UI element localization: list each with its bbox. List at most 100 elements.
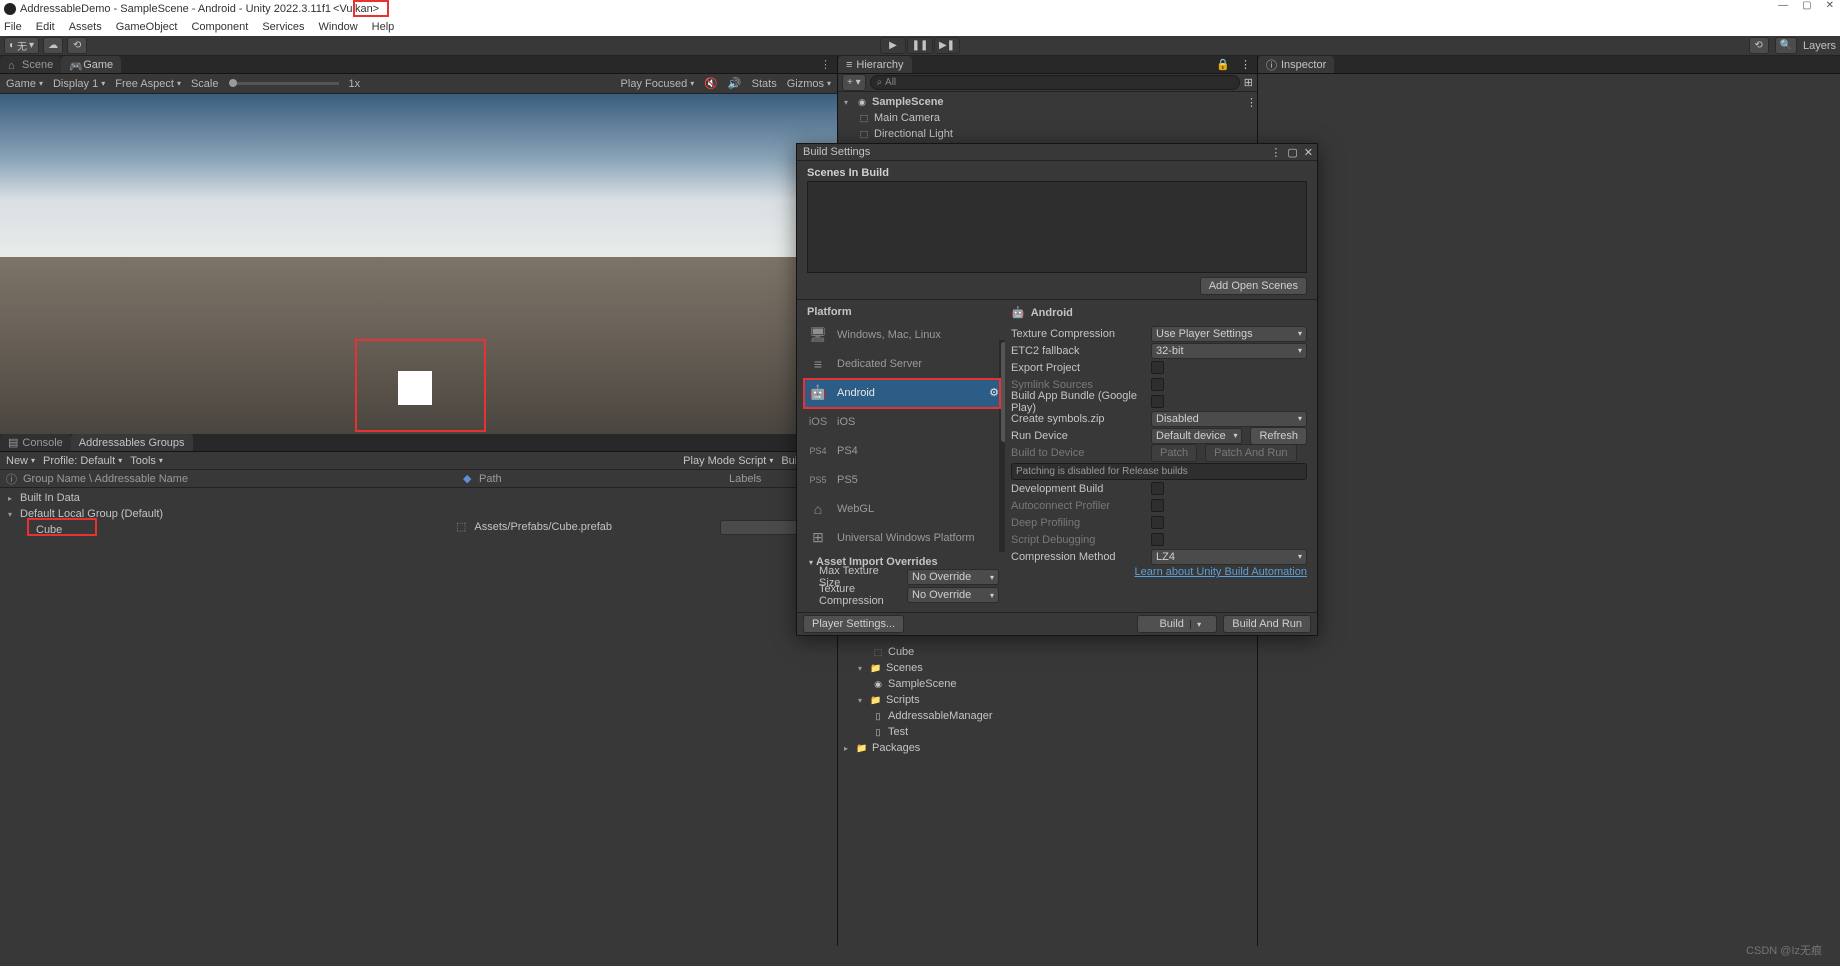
tab-menu-icon[interactable]: ⋮ — [1234, 56, 1257, 73]
fold-icon[interactable]: ▾ — [8, 510, 16, 519]
hierarchy-item-light[interactable]: ⬚Directional Light — [838, 126, 1257, 142]
build-settings-titlebar[interactable]: Build Settings ⋮ ▢ ✕ — [797, 144, 1317, 161]
menu-file[interactable]: File — [4, 21, 22, 33]
menu-component[interactable]: Component — [191, 21, 248, 33]
search-icon[interactable]: 🔍 — [1775, 37, 1797, 54]
undo-history-icon[interactable]: ⟲ — [1749, 37, 1769, 54]
window-menu-icon[interactable]: ⋮ — [1270, 146, 1281, 159]
run-device-dropdown[interactable]: Default device — [1151, 428, 1242, 444]
build-automation-link[interactable]: Learn about Unity Build Automation — [1135, 566, 1307, 578]
display-dropdown[interactable]: Display 1 — [53, 78, 105, 90]
cloud-button[interactable]: ☁ — [43, 37, 63, 54]
tab-menu-icon[interactable]: ⋮ — [814, 56, 837, 73]
group-built-in-data[interactable]: ▸Built In Data — [0, 490, 837, 506]
group-default-local[interactable]: ▾Default Local Group (Default) — [0, 506, 837, 522]
play-focused-dropdown[interactable]: Play Focused — [621, 78, 695, 90]
tab-game[interactable]: 🎮Game — [61, 56, 121, 73]
hierarchy-search[interactable]: ⌕ All — [870, 75, 1240, 90]
create-dropdown[interactable]: + ▾ — [842, 74, 866, 91]
refresh-button[interactable]: Refresh — [1250, 427, 1307, 445]
platform-android[interactable]: 🤖Android⚙ — [803, 378, 1005, 407]
player-settings-button[interactable]: Player Settings... — [803, 615, 904, 633]
development-build-checkbox[interactable] — [1151, 482, 1164, 495]
lock-icon[interactable]: 🔒 — [1212, 56, 1234, 73]
etc2-fallback-dropdown[interactable]: 32-bit — [1151, 343, 1307, 359]
minimize-icon[interactable]: — — [1778, 0, 1788, 11]
menu-services[interactable]: Services — [262, 21, 304, 33]
platform-dedicated-server[interactable]: ≡Dedicated Server — [803, 349, 1005, 378]
step-button[interactable]: ▶❚ — [934, 37, 960, 54]
project-addressablemanager[interactable]: ▯AddressableManager — [838, 708, 1257, 724]
project-scenes[interactable]: ▾📁Scenes — [838, 660, 1257, 676]
patch-button[interactable]: Patch — [1151, 444, 1197, 462]
platform-windows[interactable]: 🖥Windows, Mac, Linux — [803, 320, 1005, 349]
pause-button[interactable]: ❚❚ — [907, 37, 933, 54]
game-dropdown[interactable]: Game — [6, 78, 43, 90]
scene-row[interactable]: ▾◉SampleScene⋮ — [838, 94, 1257, 110]
patch-and-run-button[interactable]: Patch And Run — [1205, 444, 1296, 462]
deep-profiling-checkbox[interactable] — [1151, 516, 1164, 529]
col-labels[interactable]: Labels — [729, 473, 761, 485]
maximize-icon[interactable]: ▢ — [1287, 146, 1297, 159]
layers-dropdown[interactable]: Layers — [1803, 40, 1836, 52]
tab-addressables-groups[interactable]: Addressables Groups — [71, 434, 193, 451]
compression-method-dropdown[interactable]: LZ4 — [1151, 549, 1307, 565]
project-packages[interactable]: ▸📁Packages — [838, 740, 1257, 756]
fold-icon[interactable]: ▸ — [8, 494, 16, 503]
new-dropdown[interactable]: New — [6, 455, 35, 467]
tab-scene[interactable]: ⌂Scene — [0, 56, 61, 73]
add-open-scenes-button[interactable]: Add Open Scenes — [1200, 277, 1307, 295]
project-cube[interactable]: ⬚Cube — [838, 644, 1257, 660]
labels-dropdown[interactable] — [720, 520, 808, 535]
info-icon[interactable]: ⓘ — [6, 471, 17, 487]
maximize-icon[interactable]: ▢ — [1802, 0, 1811, 11]
scale-slider[interactable] — [229, 82, 339, 85]
menu-gameobject[interactable]: GameObject — [116, 21, 178, 33]
play-mode-script-dropdown[interactable]: Play Mode Script — [683, 455, 773, 467]
tools-dropdown[interactable]: Tools — [130, 455, 163, 467]
stats-toggle[interactable]: Stats — [752, 78, 777, 90]
hierarchy-item-camera[interactable]: ⬚Main Camera — [838, 110, 1257, 126]
close-icon[interactable]: ✕ — [1304, 146, 1313, 159]
menu-window[interactable]: Window — [319, 21, 358, 33]
max-texture-size-dropdown[interactable]: No Override — [907, 569, 999, 585]
history-button[interactable]: ⟲ — [67, 37, 87, 54]
account-dropdown[interactable]: ◐ 无 ▾ — [4, 37, 39, 54]
script-debugging-checkbox[interactable] — [1151, 533, 1164, 546]
build-button[interactable]: Build ▾ — [1137, 615, 1217, 633]
col-name[interactable]: Group Name \ Addressable Name — [23, 473, 463, 485]
menu-edit[interactable]: Edit — [36, 21, 55, 33]
aspect-dropdown[interactable]: Free Aspect — [115, 78, 181, 90]
project-samplescene[interactable]: ◉SampleScene — [838, 676, 1257, 692]
addressable-cube[interactable]: Cube — [0, 522, 837, 538]
autoconnect-profiler-checkbox[interactable] — [1151, 499, 1164, 512]
platform-ps4[interactable]: PS4PS4 — [803, 436, 1005, 465]
scenes-in-build-list[interactable] — [807, 181, 1307, 273]
play-button[interactable]: ▶ — [880, 37, 906, 54]
scene-menu-icon[interactable]: ⋮ — [1246, 96, 1257, 109]
menu-help[interactable]: Help — [372, 21, 395, 33]
tab-inspector[interactable]: ⓘInspector — [1258, 56, 1334, 73]
audio-icon[interactable]: 🔊 — [728, 77, 742, 90]
texture-compression-override-dropdown[interactable]: No Override — [907, 587, 999, 603]
platform-ios[interactable]: iOSiOS — [803, 407, 1005, 436]
mute-icon[interactable]: 🔇 — [704, 77, 718, 90]
tab-console[interactable]: ▤Console — [0, 434, 71, 451]
texture-compression-dropdown[interactable]: Use Player Settings — [1151, 326, 1307, 342]
project-scripts[interactable]: ▾📁Scripts — [838, 692, 1257, 708]
build-and-run-button[interactable]: Build And Run — [1223, 615, 1311, 633]
create-symbols-dropdown[interactable]: Disabled — [1151, 411, 1307, 427]
symlink-sources-checkbox[interactable] — [1151, 378, 1164, 391]
app-bundle-checkbox[interactable] — [1151, 395, 1164, 408]
menu-assets[interactable]: Assets — [69, 21, 102, 33]
tab-hierarchy[interactable]: ≡Hierarchy — [838, 56, 912, 73]
platform-uwp[interactable]: ⊞Universal Windows Platform — [803, 523, 1005, 552]
platform-ps5[interactable]: PS5PS5 — [803, 465, 1005, 494]
filter-icon[interactable]: ⊞ — [1244, 76, 1253, 89]
col-path[interactable]: Path — [479, 473, 729, 485]
export-project-checkbox[interactable] — [1151, 361, 1164, 374]
project-test[interactable]: ▯Test — [838, 724, 1257, 740]
settings-icon[interactable]: ⚙ — [989, 386, 999, 399]
profile-dropdown[interactable]: Profile: Default — [43, 455, 122, 467]
close-icon[interactable]: ✕ — [1826, 0, 1834, 11]
